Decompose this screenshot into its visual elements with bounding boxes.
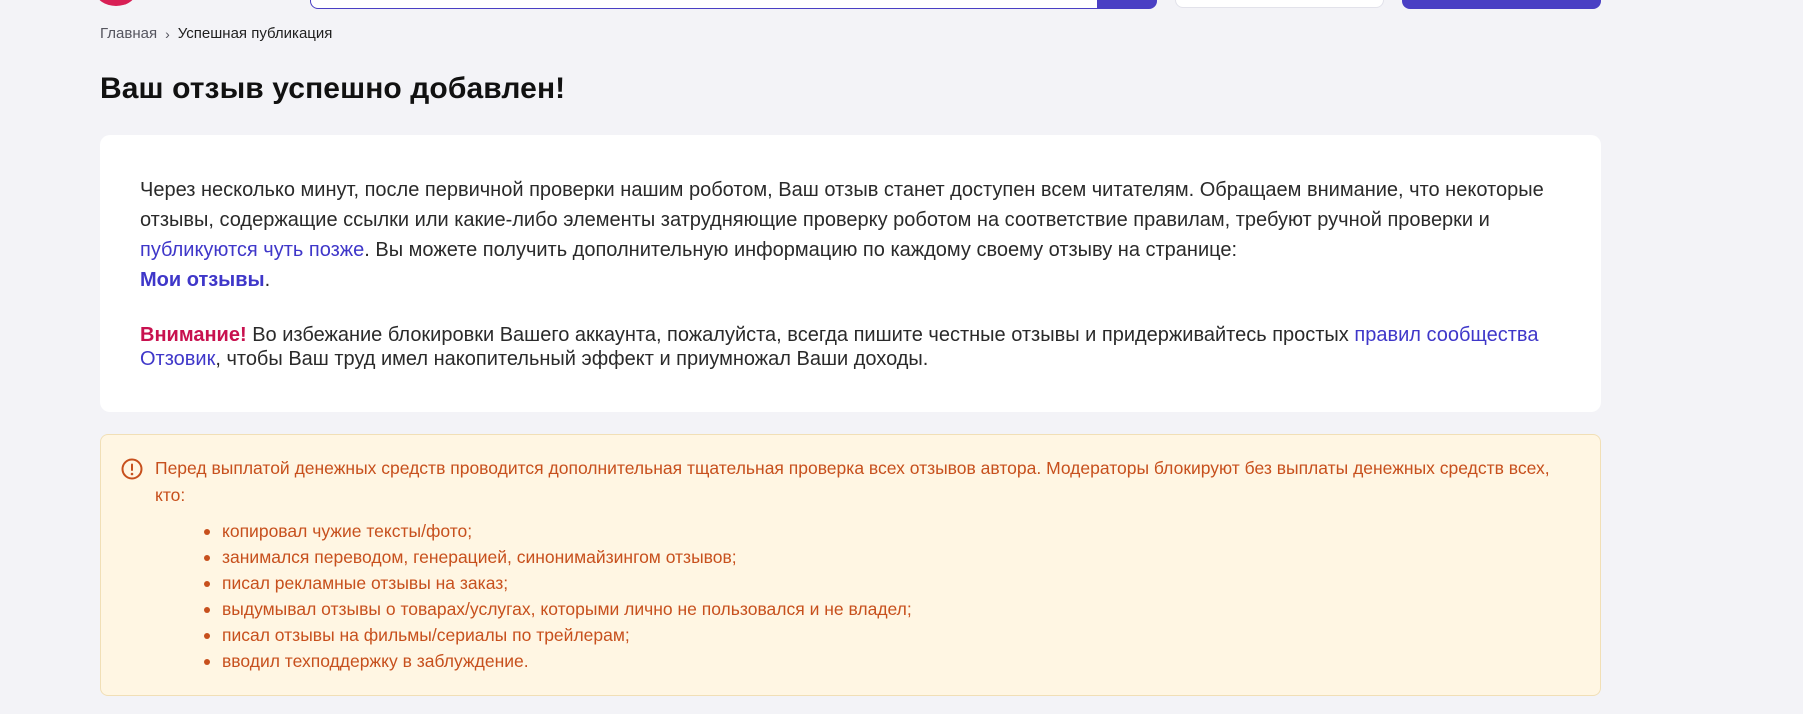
notice-text: Перед выплатой денежных средств проводит… xyxy=(155,458,1550,505)
list-item: занимался переводом, генерацией, синоним… xyxy=(204,544,1576,570)
breadcrumb-separator: › xyxy=(165,26,170,42)
warning-label: Внимание! xyxy=(140,324,247,346)
payout-notice: Перед выплатой денежных средств проводит… xyxy=(100,434,1601,696)
info-text-end: . xyxy=(264,269,271,291)
info-text-part-1: Через несколько минут, после первичной п… xyxy=(140,179,1544,231)
breadcrumb-current: Успешная публикация xyxy=(177,25,333,42)
search-input[interactable] xyxy=(310,0,1098,9)
breadcrumb: Главная › Успешная публикация xyxy=(100,25,332,43)
site-logo[interactable] xyxy=(96,0,136,6)
list-item: выдумывал отзывы о товарах/услугах, кото… xyxy=(204,596,1576,622)
info-text-part-2: . Вы можете получить дополнительную инфо… xyxy=(364,239,1238,261)
list-item: писал рекламные отзывы на заказ; xyxy=(204,570,1576,596)
publication-info-paragraph: Через несколько минут, после первичной п… xyxy=(140,175,1561,295)
list-item: писал отзывы на фильмы/сериалы по трейле… xyxy=(204,622,1576,648)
notice-header: Перед выплатой денежных средств проводит… xyxy=(121,455,1576,509)
success-message-card: Через несколько минут, после первичной п… xyxy=(100,135,1601,412)
warning-text-part-2: , чтобы Ваш труд имел накопительный эффе… xyxy=(215,348,929,370)
page-title: Ваш отзыв успешно добавлен! xyxy=(100,72,566,105)
violations-list: копировал чужие тексты/фото; занимался п… xyxy=(204,518,1576,674)
warning-text-part-1: Во избежание блокировки Вашего аккаунта,… xyxy=(246,324,1355,346)
my-reviews-link[interactable]: Мои отзывы xyxy=(140,269,265,291)
search-button[interactable] xyxy=(1097,0,1157,9)
list-item: вводил техподдержку в заблуждение. xyxy=(204,648,1576,674)
published-later-link[interactable]: публикуются чуть позже xyxy=(140,239,364,261)
header-select[interactable] xyxy=(1175,0,1384,8)
warning-paragraph: Внимание! Во избежание блокировки Вашего… xyxy=(140,323,1561,371)
breadcrumb-home-link[interactable]: Главная xyxy=(100,25,157,43)
exclamation-circle-icon xyxy=(121,458,143,480)
list-item: копировал чужие тексты/фото; xyxy=(204,518,1576,544)
add-review-button[interactable] xyxy=(1402,0,1601,9)
